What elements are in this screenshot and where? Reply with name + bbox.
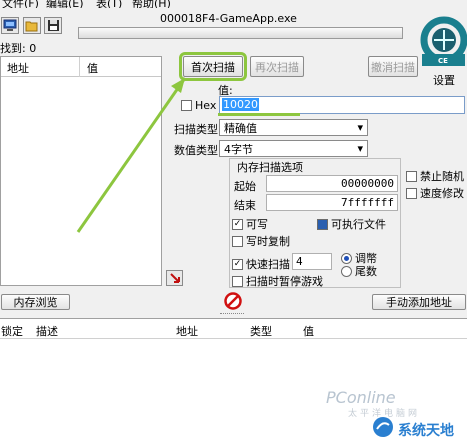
scan-type-select[interactable]: 精确值 ▾ (219, 119, 368, 136)
add-address-manually-button[interactable]: 手动添加地址 (372, 294, 466, 310)
column-description[interactable]: 描述 (36, 323, 58, 339)
add-to-list-button[interactable] (166, 270, 183, 286)
writable-label: 可写 (246, 218, 268, 231)
speedhack-label: 速度修改 (420, 187, 464, 200)
start-label: 起始 (234, 180, 256, 193)
column-address[interactable]: 地址 (176, 323, 198, 339)
scan-type-value: 精确值 (224, 121, 257, 135)
dropdown-arrow-icon: ▾ (357, 142, 363, 155)
site-logo-icon (372, 416, 394, 438)
no-entry-icon (224, 292, 242, 310)
pause-game-label: 扫描时暂停游戏 (246, 275, 323, 288)
dropdown-arrow-icon: ▾ (357, 121, 363, 134)
copy-on-write-checkbox[interactable] (232, 235, 243, 247)
copy-on-write-label: 写时复制 (246, 235, 290, 248)
fast-scan-input[interactable]: 4 (292, 253, 332, 270)
value-type-label: 数值类型 (174, 144, 218, 157)
executable-option[interactable]: 可执行文件 (317, 216, 386, 232)
hex-option[interactable]: Hex (181, 99, 216, 112)
cheat-table-header: 锁定 描述 地址 类型 值 (0, 319, 467, 339)
speedhack-checkbox[interactable] (406, 187, 417, 199)
value-type-value: 4字节 (224, 142, 253, 156)
stop-button[interactable] (224, 292, 242, 310)
copy-on-write-option[interactable]: 写时复制 (232, 233, 290, 249)
start-address-input[interactable]: 00000000 (266, 175, 398, 192)
writable-option[interactable]: ✓ 可写 (232, 216, 268, 232)
memory-view-button[interactable]: 内存浏览 (1, 294, 70, 310)
writable-checkbox[interactable]: ✓ (232, 218, 243, 230)
hex-label: Hex (195, 99, 217, 112)
scan-type-label: 扫描类型 (174, 123, 218, 136)
value-input[interactable]: 10020 (219, 96, 465, 114)
disable-random-option[interactable]: 禁止随机 (406, 168, 464, 184)
hex-checkbox[interactable] (181, 100, 192, 111)
fast-scan-option[interactable]: ✓ 快速扫描 (232, 256, 290, 272)
column-type[interactable]: 类型 (250, 323, 272, 339)
last-digits-radio[interactable] (341, 265, 352, 277)
column-active[interactable]: 锁定 (1, 323, 23, 339)
watermark-site: 系统天地 (398, 423, 454, 439)
value-text: 10020 (222, 98, 259, 111)
stop-address-input[interactable]: 7fffffff (266, 194, 398, 211)
disable-random-label: 禁止随机 (420, 170, 464, 183)
speedhack-option[interactable]: 速度修改 (406, 185, 464, 201)
fast-scan-label: 快速扫描 (246, 258, 290, 271)
value-type-select[interactable]: 4字节 ▾ (219, 140, 368, 157)
cheat-table[interactable]: 锁定 描述 地址 类型 值 (0, 318, 467, 444)
memory-scan-options-title: 内存扫描选项 (235, 159, 305, 175)
pause-game-option[interactable]: 扫描时暂停游戏 (232, 273, 323, 289)
stop-label: 结束 (234, 199, 256, 212)
pause-game-checkbox[interactable] (232, 275, 243, 287)
watermark-brand: PConline (326, 388, 396, 407)
executable-label: 可执行文件 (331, 218, 386, 231)
last-digits-option[interactable]: 尾数 (341, 263, 377, 279)
fast-scan-checkbox[interactable]: ✓ (232, 258, 243, 270)
column-value[interactable]: 值 (303, 323, 314, 339)
value-highlight-underline (218, 113, 300, 116)
last-digits-label: 尾数 (355, 265, 377, 278)
red-arrow-icon (169, 273, 180, 283)
splitter-handle[interactable] (220, 313, 244, 315)
alignment-radio[interactable] (341, 252, 352, 264)
executable-checkbox[interactable] (317, 218, 328, 230)
disable-random-checkbox[interactable] (406, 170, 417, 182)
